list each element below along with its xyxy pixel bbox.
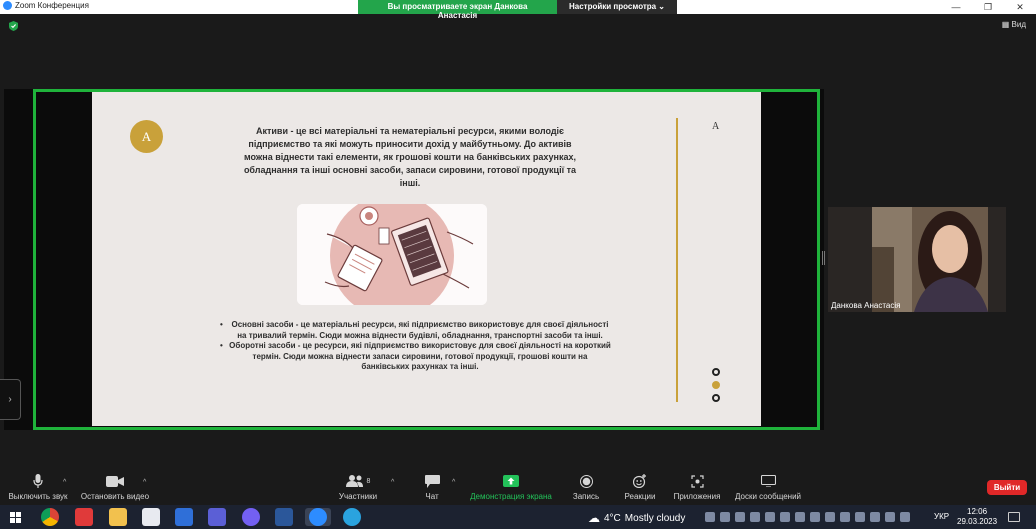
app-title: Zoom Конференция — [3, 1, 89, 10]
view-options-button[interactable]: Настройки просмотра ⌄ — [557, 0, 677, 14]
clock-time: 12:06 — [967, 507, 988, 516]
clock-date: 29.03.2023 — [957, 517, 998, 526]
whiteboards-button[interactable]: Доски сообщений — [730, 470, 806, 501]
audio-options-caret[interactable]: ^ — [63, 479, 66, 486]
input-language[interactable]: УКР — [934, 512, 949, 521]
tray-icon[interactable] — [825, 512, 835, 522]
tray-icon[interactable] — [870, 512, 880, 522]
participants-label: Участники — [338, 492, 378, 501]
view-button[interactable]: ▦ Вид — [1002, 20, 1026, 29]
telegram-icon[interactable] — [343, 508, 361, 526]
zoom-logo-icon — [3, 1, 12, 10]
tray-icon[interactable] — [795, 512, 805, 522]
windows-taskbar: ☁ 4°C Mostly cloudy УКР 12:06 29.03.2023 — [0, 505, 1036, 529]
view-icon: ▦ — [1001, 20, 1010, 29]
reactions-icon — [633, 474, 646, 488]
file-explorer-icon[interactable] — [109, 508, 127, 526]
view-options-label: Настройки просмотра — [569, 2, 657, 11]
stop-video-label: Остановить видео — [80, 492, 150, 501]
leave-button[interactable]: Выйти — [987, 480, 1027, 495]
view-button-label: Вид — [1011, 20, 1026, 29]
mute-label: Выключить звук — [8, 492, 68, 501]
chrome-icon[interactable] — [41, 508, 59, 526]
microphone-icon — [33, 474, 43, 488]
share-banner: Вы просматриваете экран Данкова Анастасі… — [358, 0, 677, 20]
tray-icon[interactable] — [750, 512, 760, 522]
video-options-caret[interactable]: ^ — [143, 479, 146, 486]
window-controls: — ❐ ✕ — [940, 0, 1036, 14]
window-titlebar: Zoom Конференция Вы просматриваете экран… — [0, 0, 1036, 20]
share-screen-icon — [503, 475, 519, 487]
video-camera-icon — [106, 475, 124, 487]
record-label: Запись — [572, 492, 600, 501]
pp-app-icon[interactable] — [208, 508, 226, 526]
tray-icon[interactable] — [855, 512, 865, 522]
weather-temp: 4°C — [604, 512, 621, 524]
encryption-shield-icon[interactable] — [9, 21, 18, 31]
weather-desc: Mostly cloudy — [624, 512, 686, 524]
share-screen-button[interactable]: Демонстрация экрана — [466, 470, 556, 501]
word-icon[interactable] — [275, 508, 293, 526]
viber-icon[interactable] — [242, 508, 260, 526]
mute-button[interactable]: Выключить звук — [6, 470, 70, 501]
zoom-taskbar-icon[interactable] — [309, 508, 327, 526]
participant-video-tile[interactable]: Данкова Анастасія — [828, 207, 1006, 312]
participants-options-caret[interactable]: ^ — [391, 479, 394, 486]
apps-label: Приложения — [673, 492, 721, 501]
screen-share-border — [33, 89, 820, 430]
participants-button[interactable]: 8 Участники — [335, 470, 381, 501]
close-button[interactable]: ✕ — [1004, 0, 1036, 14]
tray-icon[interactable] — [840, 512, 850, 522]
tray-icon[interactable] — [720, 512, 730, 522]
anydesk-icon[interactable] — [75, 508, 93, 526]
tray-icon[interactable] — [765, 512, 775, 522]
cloud-icon: ☁ — [588, 511, 600, 525]
meeting-toolbar: Выключить звук ^ Остановить видео ^ 8 Уч… — [0, 470, 1036, 504]
tray-icon[interactable] — [705, 512, 715, 522]
reactions-label: Реакции — [624, 492, 656, 501]
share-screen-label: Демонстрация экрана — [470, 492, 552, 501]
expand-sidebar-chevron-icon[interactable]: › — [0, 379, 21, 420]
notifications-icon[interactable] — [1008, 512, 1020, 522]
participant-name: Данкова Анастасія — [831, 301, 901, 310]
record-button[interactable]: Запись — [570, 470, 602, 501]
restore-button[interactable]: ❐ — [972, 0, 1004, 14]
reactions-button[interactable]: Реакции — [622, 470, 658, 501]
stop-video-button[interactable]: Остановить видео — [80, 470, 150, 501]
chevron-down-icon: ⌄ — [658, 2, 665, 11]
apps-icon — [690, 474, 704, 488]
record-icon — [579, 474, 593, 488]
minimize-button[interactable]: — — [940, 0, 972, 14]
whiteboard-icon — [760, 475, 776, 487]
store-icon[interactable] — [142, 508, 160, 526]
weather-widget[interactable]: ☁ 4°C Mostly cloudy — [588, 511, 685, 525]
app-title-text: Zoom Конференция — [15, 1, 89, 10]
chat-button[interactable]: Чат — [418, 470, 446, 501]
participants-icon — [345, 475, 363, 487]
share-banner-text: Вы просматриваете экран Данкова Анастасі… — [358, 0, 557, 20]
tray-icon[interactable] — [810, 512, 820, 522]
participant-video-icon — [828, 207, 1006, 312]
tray-icon[interactable] — [885, 512, 895, 522]
tray-icon[interactable] — [735, 512, 745, 522]
chat-options-caret[interactable]: ^ — [452, 479, 455, 486]
chat-label: Чат — [425, 492, 439, 501]
apps-button[interactable]: Приложения — [670, 470, 724, 501]
tray-icon[interactable] — [900, 512, 910, 522]
defender-icon[interactable] — [175, 508, 193, 526]
participants-count: 8 — [366, 477, 371, 485]
panel-resize-handle[interactable] — [822, 251, 825, 265]
taskbar-clock[interactable]: 12:06 29.03.2023 — [957, 507, 997, 527]
windows-start-icon[interactable] — [10, 512, 21, 523]
chat-icon — [424, 474, 440, 488]
whiteboards-label: Доски сообщений — [734, 492, 801, 501]
system-tray — [705, 512, 910, 522]
tray-icon[interactable] — [780, 512, 790, 522]
